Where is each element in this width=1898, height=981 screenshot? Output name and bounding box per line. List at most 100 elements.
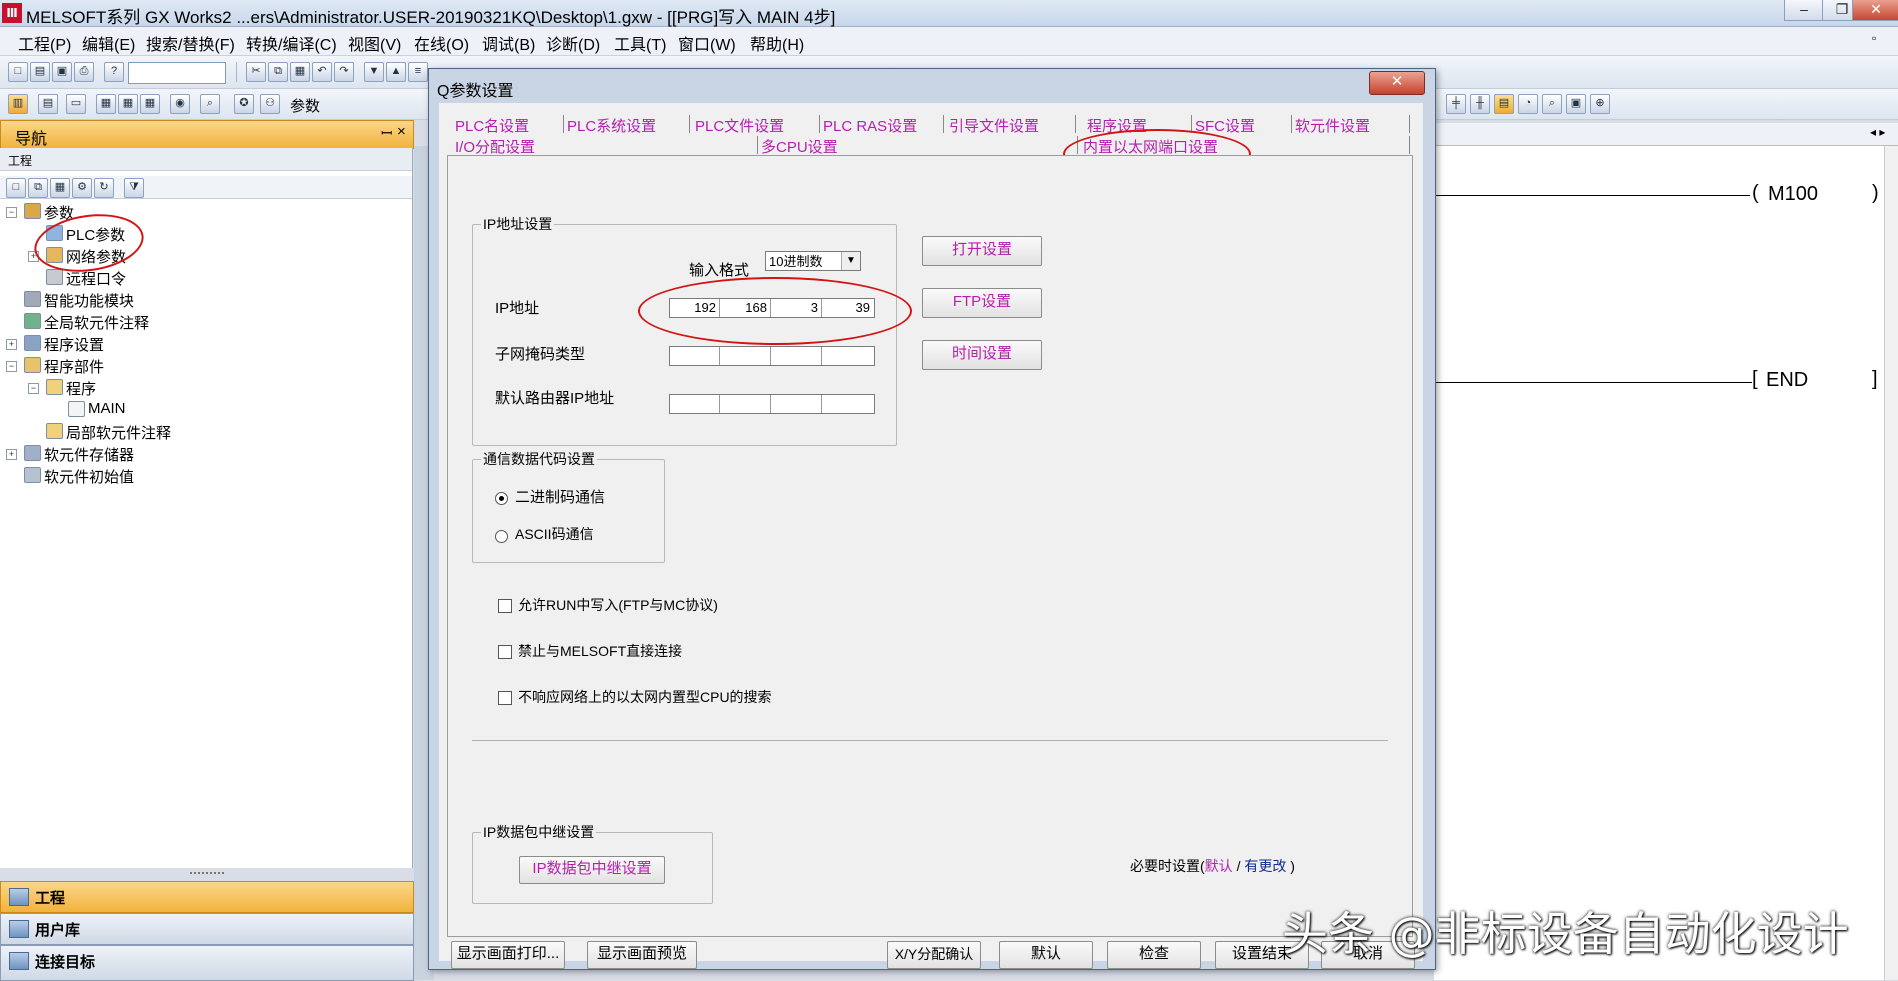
pin-icon[interactable]: ꟷ	[381, 124, 392, 143]
output-window-icon[interactable]: ▭	[66, 94, 86, 114]
ladder-editor[interactable]: ( M100 ) [ END ]	[1434, 146, 1898, 980]
menu-window[interactable]: 窗口(W)	[678, 31, 736, 55]
ftp-settings-button[interactable]: FTP设置	[922, 288, 1042, 318]
mdi-restore-icon[interactable]: ▫	[1872, 31, 1876, 45]
splitter-grip[interactable]	[190, 872, 224, 878]
expand-params-icon[interactable]: −	[6, 207, 17, 218]
menu-convert-compile[interactable]: 转换/编译(C)	[246, 31, 337, 55]
tab-device[interactable]: 软元件设置	[1295, 115, 1370, 136]
tab-plc-file[interactable]: PLC文件设置	[695, 115, 784, 136]
menu-project[interactable]: 工程(P)	[18, 31, 71, 55]
subnet-mask-input[interactable]	[669, 346, 875, 366]
device-list-icon[interactable]: ▦	[96, 94, 116, 114]
nav-tab-project[interactable]: 工程	[0, 881, 414, 913]
open-icon[interactable]: ▤	[30, 62, 50, 82]
tree-item-global-comment[interactable]: 全局软元件注释	[44, 312, 149, 333]
window-close-button[interactable]: ✕	[1852, 0, 1898, 21]
write-plc-icon[interactable]: ▼	[364, 62, 384, 82]
redo-icon[interactable]: ↷	[334, 62, 354, 82]
xy-assign-confirm-button[interactable]: X/Y分配确认	[887, 941, 981, 969]
menu-edit[interactable]: 编辑(E)	[82, 31, 135, 55]
copy-icon[interactable]: ⧉	[268, 62, 288, 82]
expand-program-settings-icon[interactable]: +	[6, 339, 17, 350]
subnet-octet[interactable]	[772, 347, 822, 365]
help-icon[interactable]: ?	[104, 62, 124, 82]
tab-scroll-icon[interactable]: ◂ ▸	[1870, 125, 1885, 139]
device-usage-icon[interactable]: ▦	[140, 94, 160, 114]
subnet-octet[interactable]	[670, 347, 720, 365]
tab-io-assign[interactable]: I/O分配设置	[455, 136, 535, 157]
check-button[interactable]: 检查	[1107, 941, 1201, 969]
gateway-octet[interactable]	[670, 395, 720, 413]
expand-program-icon[interactable]: −	[28, 383, 39, 394]
tab-multi-cpu[interactable]: 多CPU设置	[761, 136, 838, 157]
dialog-close-button[interactable]: ✕	[1369, 71, 1425, 95]
tree-item-device-initial[interactable]: 软元件初始值	[44, 466, 134, 487]
ladder-tool-icon[interactable]: ╪	[1446, 94, 1466, 114]
default-button[interactable]: 默认	[999, 941, 1093, 969]
tree-item-device-memory[interactable]: 软元件存储器	[44, 444, 134, 465]
nav-copy-icon[interactable]: ⧉	[28, 178, 48, 198]
undo-icon[interactable]: ↶	[312, 62, 332, 82]
coil-m100[interactable]: M100	[1768, 183, 1818, 206]
gateway-octet[interactable]	[772, 395, 822, 413]
expand-device-memory-icon[interactable]: +	[6, 449, 17, 460]
gateway-input[interactable]	[669, 394, 875, 414]
disable-melsoft-direct-checkbox[interactable]	[498, 645, 512, 659]
tree-item-program[interactable]: 程序	[66, 378, 96, 399]
menu-diagnostics[interactable]: 诊断(D)	[546, 31, 600, 55]
no-response-search-checkbox[interactable]	[498, 691, 512, 705]
allow-run-write-checkbox[interactable]	[498, 599, 512, 613]
new-icon[interactable]: □	[8, 62, 28, 82]
tab-plc-ras[interactable]: PLC RAS设置	[823, 115, 917, 136]
nav-refresh-icon[interactable]: ↻	[94, 178, 114, 198]
ip-relay-settings-button[interactable]: IP数据包中继设置	[519, 856, 665, 884]
tree-item-main[interactable]: MAIN	[88, 400, 126, 417]
menu-view[interactable]: 视图(V)	[348, 31, 401, 55]
magnify-icon[interactable]: ⊕	[1590, 94, 1610, 114]
save-icon[interactable]: ▣	[52, 62, 72, 82]
ladder-scrollbar[interactable]	[1884, 146, 1898, 980]
verify-plc-icon[interactable]: ≡	[408, 62, 428, 82]
nav-paste-icon[interactable]: ▦	[50, 178, 70, 198]
open-settings-button[interactable]: 打开设置	[922, 236, 1042, 266]
print-screen-button[interactable]: 显示画面打印...	[451, 941, 565, 969]
cut-icon[interactable]: ✂	[246, 62, 266, 82]
menu-debug[interactable]: 调试(B)	[482, 31, 535, 55]
nav-props-icon[interactable]: ⚙	[72, 178, 92, 198]
nav-filter-icon[interactable]: ⧩	[124, 178, 144, 198]
binoculars-icon[interactable]: ⚇	[260, 94, 280, 114]
menu-tools[interactable]: 工具(T)	[614, 31, 666, 55]
watch-icon[interactable]: ◉	[170, 94, 190, 114]
gateway-octet[interactable]	[823, 395, 873, 413]
ladder-monitor-icon[interactable]: ◔	[1518, 94, 1538, 114]
end-instruction[interactable]: END	[1766, 369, 1808, 392]
nav-tab-connection[interactable]: 连接目标	[0, 945, 414, 981]
nav-new-icon[interactable]: □	[6, 178, 26, 198]
binary-code-radio[interactable]	[495, 492, 508, 505]
subnet-octet[interactable]	[721, 347, 771, 365]
time-settings-button[interactable]: 时间设置	[922, 340, 1042, 370]
navigation-window-icon[interactable]: ▥	[8, 94, 28, 114]
parts-selection-icon[interactable]: ▤	[38, 94, 58, 114]
ladder-tool-icon[interactable]: ▣	[1566, 94, 1586, 114]
ladder-tool-icon[interactable]: ╫	[1470, 94, 1490, 114]
find-icon[interactable]: ⌕	[200, 94, 220, 114]
subnet-octet[interactable]	[823, 347, 873, 365]
nav-close-icon[interactable]: ×	[397, 123, 406, 140]
ladder-edit-icon[interactable]: ▤	[1494, 94, 1514, 114]
minimize-button[interactable]: –	[1784, 0, 1824, 21]
diagnostics-icon[interactable]: ✪	[234, 94, 254, 114]
tab-plc-system[interactable]: PLC系统设置	[567, 115, 656, 136]
print-icon[interactable]: ⎙	[74, 62, 94, 82]
read-plc-icon[interactable]: ▲	[386, 62, 406, 82]
ladder-zoom-icon[interactable]: ⌕	[1542, 94, 1562, 114]
menu-search-replace[interactable]: 搜索/替换(F)	[146, 31, 235, 55]
nav-tab-user-library[interactable]: 用户库	[0, 913, 414, 945]
expand-program-parts-icon[interactable]: −	[6, 361, 17, 372]
menu-help[interactable]: 帮助(H)	[750, 31, 804, 55]
tree-item-local-comment[interactable]: 局部软元件注释	[66, 422, 171, 443]
input-format-select[interactable]: 10进制数 ▼	[765, 251, 861, 271]
tree-item-program-settings[interactable]: 程序设置	[44, 334, 104, 355]
tab-boot-file[interactable]: 引导文件设置	[949, 115, 1039, 136]
